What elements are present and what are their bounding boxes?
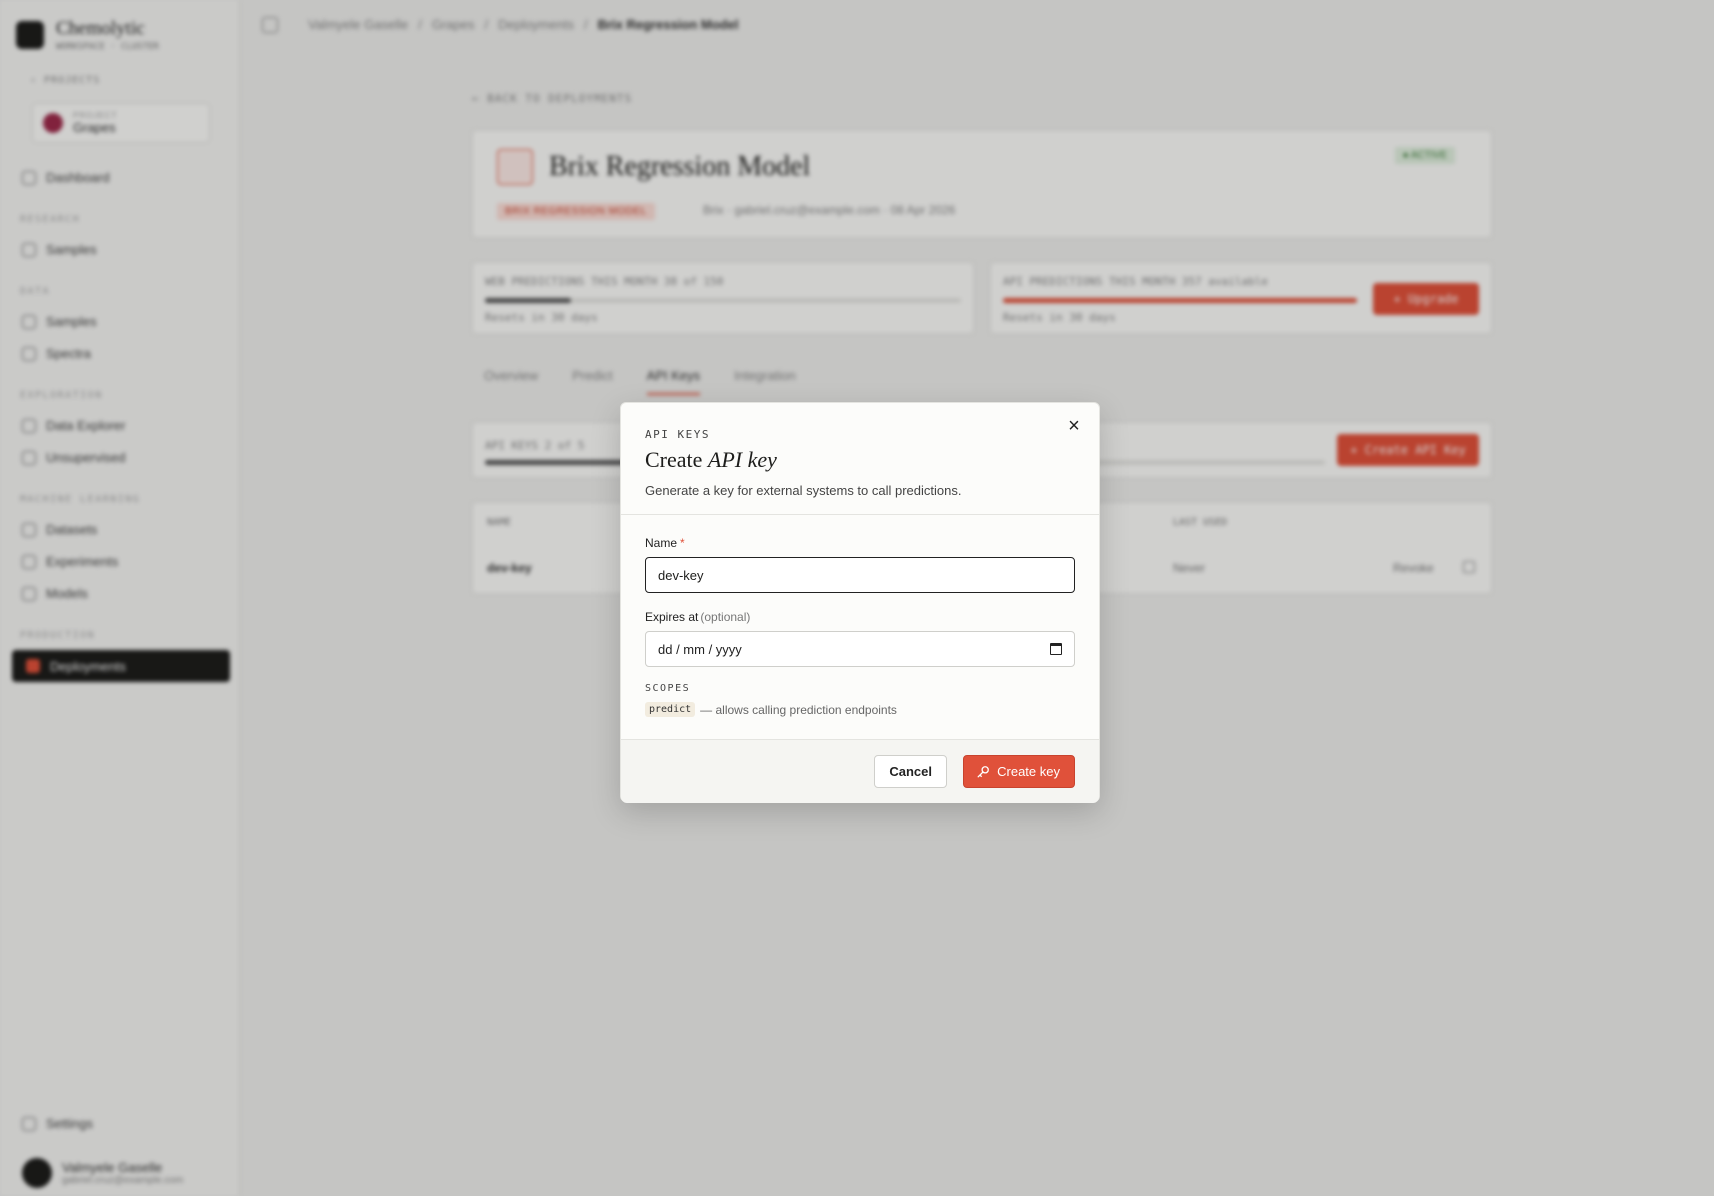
close-icon[interactable]: × bbox=[1063, 415, 1085, 437]
dialog-title: Create API key bbox=[645, 447, 777, 472]
scope-chip-predict: predict bbox=[645, 702, 696, 717]
cancel-button[interactable]: Cancel bbox=[874, 755, 947, 788]
create-key-label: Create key bbox=[997, 764, 1060, 779]
scope-description: — allows calling prediction endpoints bbox=[700, 702, 897, 717]
dialog-divider bbox=[621, 514, 1099, 515]
scope-row: predict — allows calling prediction endp… bbox=[645, 702, 897, 717]
dialog-eyebrow: API KEYS bbox=[645, 428, 710, 441]
calendar-icon[interactable] bbox=[1050, 643, 1062, 655]
expires-date-input[interactable]: dd / mm / yyyy bbox=[645, 631, 1075, 667]
date-placeholder: dd / mm / yyyy bbox=[658, 641, 742, 657]
key-icon bbox=[977, 765, 990, 777]
create-key-button[interactable]: Create key bbox=[963, 755, 1075, 788]
required-mark: * bbox=[680, 536, 685, 550]
dialog-description: Generate a key for external systems to c… bbox=[645, 483, 962, 498]
name-input[interactable] bbox=[645, 557, 1075, 593]
create-api-key-dialog: × API KEYS Create API key Generate a key… bbox=[620, 402, 1100, 803]
expires-label: Expires at (optional) bbox=[645, 610, 751, 624]
name-label: Name * bbox=[645, 536, 685, 550]
scopes-label: SCOPES bbox=[645, 683, 691, 694]
dialog-footer: Cancel Create key bbox=[621, 739, 1099, 803]
